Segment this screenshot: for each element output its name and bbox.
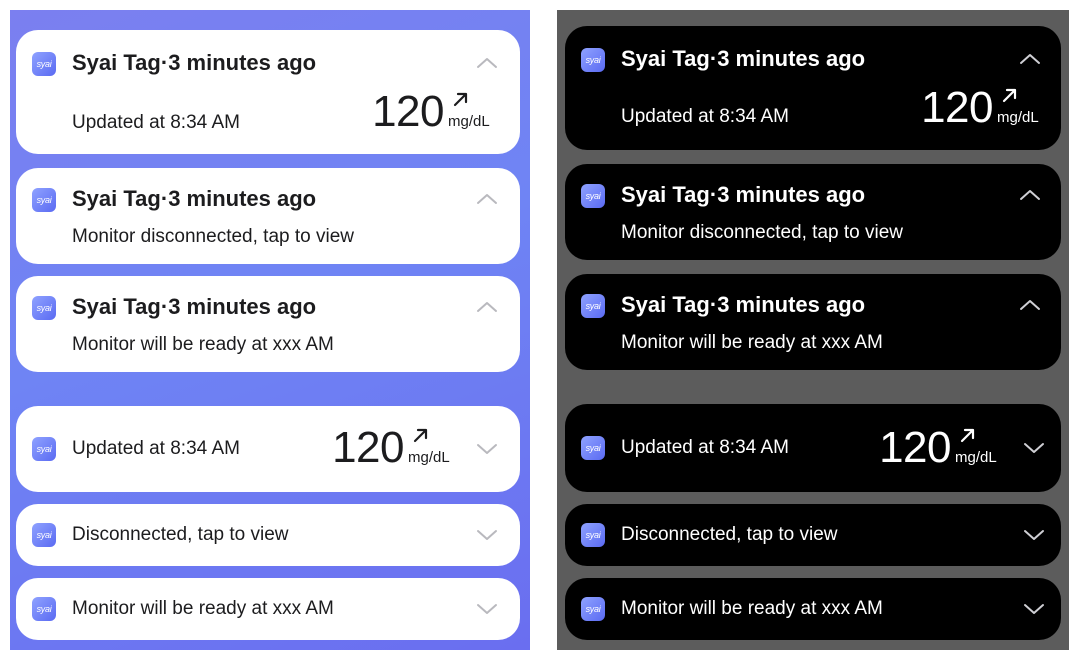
notification-message: Monitor will be ready at xxx AM (621, 332, 883, 353)
light-theme-panel: syai Syai Tag·3 minutes ago Updated at 8… (10, 10, 530, 650)
syai-app-icon: syai (32, 437, 56, 461)
notification-disconnected-collapsed[interactable]: syai Disconnected, tap to view (565, 504, 1061, 566)
dark-theme-panel: syai Syai Tag·3 minutes ago Updated at 8… (557, 10, 1069, 650)
chevron-up-icon[interactable] (1017, 296, 1043, 314)
notification-title: Syai Tag·3 minutes ago (621, 182, 866, 207)
trend-up-right-arrow-icon (1002, 88, 1017, 103)
glucose-value: 120 (921, 83, 993, 132)
chevron-down-icon[interactable] (1021, 439, 1047, 457)
notification-message: Disconnected, tap to view (621, 524, 838, 545)
chevron-up-icon[interactable] (1017, 50, 1043, 68)
syai-app-icon: syai (32, 52, 56, 76)
notification-title: Syai Tag·3 minutes ago (72, 294, 317, 319)
glucose-value: 120 (879, 423, 951, 472)
glucose-reading: 120 mg/dL (372, 90, 506, 134)
notification-ready-expanded[interactable]: syai Syai Tag·3 minutes ago Monitor will… (565, 274, 1061, 370)
notification-message: Updated at 8:34 AM (621, 437, 789, 458)
syai-app-icon: syai (32, 523, 56, 547)
notification-message: Monitor will be ready at xxx AM (621, 598, 883, 619)
notification-message: Disconnected, tap to view (72, 524, 289, 545)
syai-app-icon: syai (581, 436, 605, 460)
chevron-down-icon[interactable] (1021, 600, 1047, 618)
notification-disconnected-expanded[interactable]: syai Syai Tag·3 minutes ago Monitor disc… (16, 168, 520, 264)
notification-disconnected-collapsed[interactable]: syai Disconnected, tap to view (16, 504, 520, 566)
notification-message: Monitor will be ready at xxx AM (72, 598, 334, 619)
chevron-down-icon[interactable] (1021, 526, 1047, 544)
syai-app-icon: syai (581, 597, 605, 621)
trend-up-right-arrow-icon (960, 428, 975, 443)
syai-app-icon: syai (581, 523, 605, 547)
glucose-unit: mg/dL (955, 449, 997, 466)
syai-app-icon: syai (32, 597, 56, 621)
glucose-value: 120 (332, 423, 404, 472)
notification-ready-expanded[interactable]: syai Syai Tag·3 minutes ago Monitor will… (16, 276, 520, 372)
notification-ready-collapsed[interactable]: syai Monitor will be ready at xxx AM (565, 578, 1061, 640)
notification-message: Updated at 8:34 AM (72, 438, 240, 459)
glucose-reading: 120 mg/dL (921, 86, 1055, 130)
notification-title: Syai Tag·3 minutes ago (72, 50, 317, 75)
chevron-up-icon[interactable] (474, 298, 500, 316)
trend-up-right-arrow-icon (413, 428, 428, 443)
chevron-down-icon[interactable] (474, 440, 500, 458)
notification-title: Syai Tag·3 minutes ago (72, 186, 317, 211)
chevron-up-icon[interactable] (474, 54, 500, 72)
syai-app-icon: syai (581, 294, 605, 318)
notification-title: Syai Tag·3 minutes ago (621, 292, 866, 317)
notification-title: Syai Tag·3 minutes ago (621, 46, 866, 71)
chevron-up-icon[interactable] (474, 190, 500, 208)
notification-glucose-expanded[interactable]: syai Syai Tag·3 minutes ago Updated at 8… (16, 30, 520, 154)
syai-app-icon: syai (581, 48, 605, 72)
trend-up-right-arrow-icon (453, 92, 468, 107)
glucose-unit: mg/dL (448, 113, 490, 130)
glucose-unit: mg/dL (408, 449, 450, 466)
notification-message: Updated at 8:34 AM (621, 106, 789, 127)
notification-glucose-collapsed[interactable]: syai Updated at 8:34 AM 120 mg/dL (565, 404, 1061, 492)
glucose-reading: 120 mg/dL (879, 426, 1013, 470)
glucose-unit: mg/dL (997, 109, 1039, 126)
syai-app-icon: syai (32, 188, 56, 212)
glucose-value: 120 (372, 87, 444, 136)
syai-app-icon: syai (581, 184, 605, 208)
syai-app-icon: syai (32, 296, 56, 320)
notification-message: Updated at 8:34 AM (72, 112, 240, 133)
notification-ready-collapsed[interactable]: syai Monitor will be ready at xxx AM (16, 578, 520, 640)
notification-glucose-expanded[interactable]: syai Syai Tag·3 minutes ago Updated at 8… (565, 26, 1061, 150)
chevron-down-icon[interactable] (474, 526, 500, 544)
glucose-reading: 120 mg/dL (332, 426, 466, 470)
notification-message: Monitor disconnected, tap to view (621, 222, 903, 243)
chevron-up-icon[interactable] (1017, 186, 1043, 204)
notification-message: Monitor will be ready at xxx AM (72, 334, 334, 355)
notification-disconnected-expanded[interactable]: syai Syai Tag·3 minutes ago Monitor disc… (565, 164, 1061, 260)
notification-message: Monitor disconnected, tap to view (72, 226, 354, 247)
chevron-down-icon[interactable] (474, 600, 500, 618)
notification-glucose-collapsed[interactable]: syai Updated at 8:34 AM 120 mg/dL (16, 406, 520, 492)
